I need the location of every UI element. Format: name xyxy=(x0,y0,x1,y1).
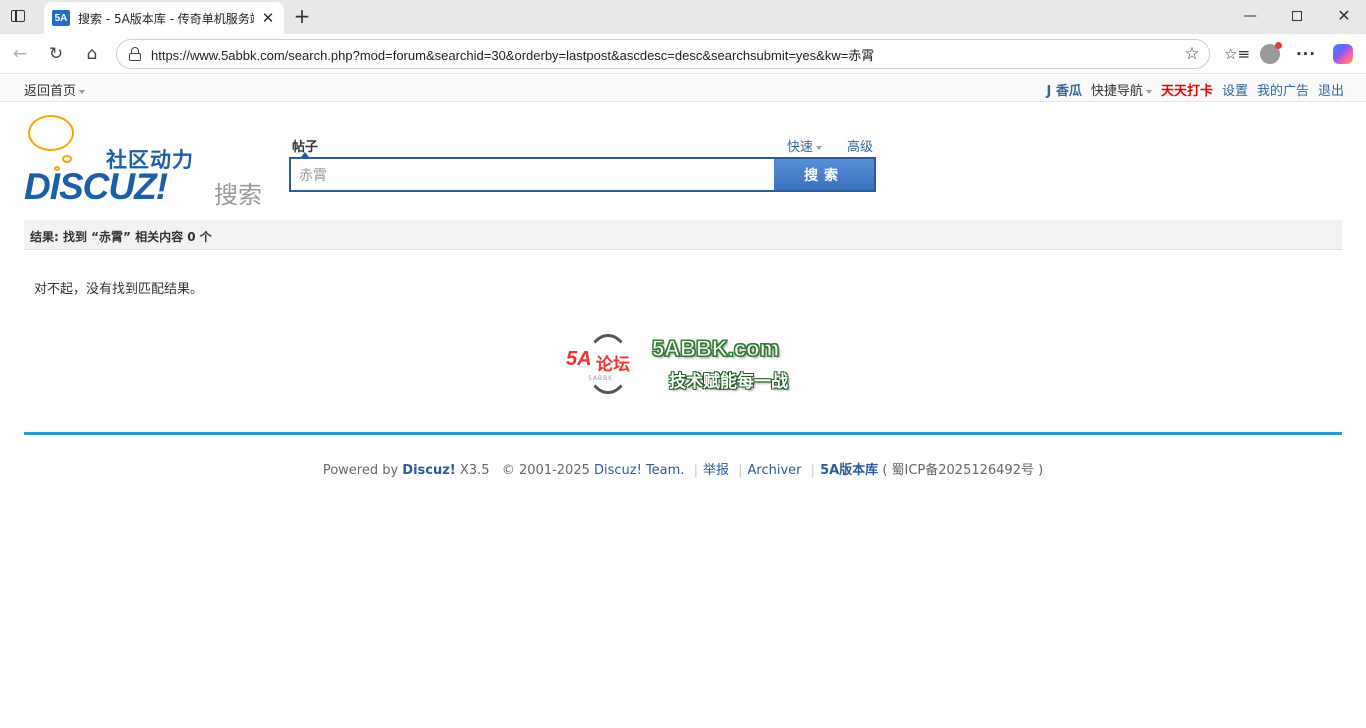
reload-icon[interactable]: ↻ xyxy=(45,43,67,65)
footer: Powered by Discuz! X3.5 © 2001-2025 Disc… xyxy=(0,459,1366,478)
logo-en-text: DISCUZ! xyxy=(24,166,168,207)
return-home-link[interactable]: 返回首页 xyxy=(24,80,86,99)
address-bar[interactable]: https://www.5abbk.com/search.php?mod=for… xyxy=(116,39,1210,69)
footer-separator: | xyxy=(693,463,698,478)
version-text: X3.5 xyxy=(455,463,490,478)
browser-toolbar: ← ↻ ⌂ https://www.5abbk.com/search.php?m… xyxy=(0,34,1366,74)
settings-link[interactable]: 设置 xyxy=(1222,80,1248,99)
result-summary: 结果: 找到 “赤霄” 相关内容 0 个 xyxy=(24,220,1342,250)
search-button[interactable]: 搜索 xyxy=(774,159,874,190)
home-icon[interactable]: ⌂ xyxy=(81,43,103,65)
emblem-small-text: 5ABBK xyxy=(588,375,614,382)
promo-site-text: 5ABBK.com xyxy=(651,336,780,362)
window-minimize-icon[interactable]: — xyxy=(1240,6,1260,26)
quick-nav-label: 快捷导航 xyxy=(1090,84,1143,99)
new-tab-icon[interactable]: + xyxy=(292,6,312,26)
logo-sub-text: 搜索 xyxy=(214,181,262,209)
footer-divider xyxy=(24,432,1342,435)
return-home-label: 返回首页 xyxy=(24,84,77,99)
tab-actions-icon[interactable] xyxy=(10,8,30,26)
search-input[interactable] xyxy=(291,159,774,190)
chevron-down-icon xyxy=(1145,89,1152,94)
site-info-lock-icon[interactable] xyxy=(127,46,143,62)
quick-search-dropdown[interactable]: 快速 xyxy=(787,136,823,155)
powered-by-text: Powered by xyxy=(322,463,403,478)
user-menu: J 香瓜 快捷导航 天天打卡 设置 我的广告 退出 xyxy=(1047,80,1344,99)
site-favicon-icon: 5A xyxy=(52,10,70,26)
url-text[interactable]: https://www.5abbk.com/search.php?mod=for… xyxy=(151,45,1181,64)
chevron-down-icon xyxy=(79,89,86,94)
icp-link[interactable]: ( 蜀ICP备2025126492号 ) xyxy=(882,463,1043,478)
quick-nav-dropdown[interactable]: 快捷导航 xyxy=(1091,80,1152,99)
quick-search-label: 快速 xyxy=(787,140,814,155)
site-name-link[interactable]: 5A版本库 xyxy=(820,463,878,478)
dragon-emblem-icon: 5A 论坛 5ABBK xyxy=(562,328,646,400)
copyright-text: © 2001-2025 xyxy=(501,463,594,478)
empty-result-message: 对不起，没有找到匹配结果。 xyxy=(34,282,204,297)
back-arrow-icon[interactable]: ← xyxy=(9,43,31,65)
discuz-logo[interactable]: 社区动力 DISCUZ! 搜索 xyxy=(24,113,270,209)
report-link[interactable]: 举报 xyxy=(703,463,729,478)
emblem-forum-text: 论坛 xyxy=(596,355,630,375)
search-form: 搜索 xyxy=(289,157,876,192)
favorite-star-icon[interactable]: ☆ xyxy=(1181,43,1203,65)
page-content: 返回首页 J 香瓜 快捷导航 天天打卡 设置 我的广告 退出 社区动力 DISC… xyxy=(0,75,1366,728)
profile-avatar-icon[interactable] xyxy=(1259,42,1282,65)
window-maximize-icon[interactable] xyxy=(1287,6,1307,26)
footer-separator: | xyxy=(738,463,743,478)
advanced-search-link[interactable]: 高级 xyxy=(847,136,873,155)
footer-separator: | xyxy=(810,463,816,478)
username-link[interactable]: J 香瓜 xyxy=(1047,80,1082,99)
copilot-icon[interactable] xyxy=(1332,43,1354,65)
window-close-icon[interactable]: ✕ xyxy=(1334,6,1354,26)
logout-link[interactable]: 退出 xyxy=(1318,80,1344,99)
my-ads-link[interactable]: 我的广告 xyxy=(1257,80,1309,99)
chevron-down-icon xyxy=(816,145,823,150)
more-options-icon[interactable]: ··· xyxy=(1295,43,1317,65)
promo-banner[interactable]: 5A 论坛 5ABBK 5ABBK.com 技术赋能每一战 xyxy=(562,328,804,400)
browser-tabbar: 5A 搜索 - 5A版本库 - 传奇单机服务端 ✕ + — ✕ xyxy=(0,0,1366,34)
daily-checkin-link[interactable]: 天天打卡 xyxy=(1161,80,1213,99)
logo-bubble-icon xyxy=(28,115,74,151)
discuz-team-link[interactable]: Discuz! Team. xyxy=(594,463,684,478)
tab-close-icon[interactable]: ✕ xyxy=(260,10,276,26)
favorites-list-icon[interactable]: ☆≡ xyxy=(1224,43,1250,65)
logo-bubble-dot xyxy=(62,155,72,163)
tab-title: 搜索 - 5A版本库 - 传奇单机服务端 xyxy=(78,11,254,26)
promo-slogan-text: 技术赋能每一战 xyxy=(669,372,788,392)
emblem-5a-text: 5A xyxy=(566,348,592,370)
browser-tab-active[interactable]: 5A 搜索 - 5A版本库 - 传奇单机服务端 ✕ xyxy=(44,2,284,34)
archiver-link[interactable]: Archiver xyxy=(748,463,802,478)
top-navigation-bar: 返回首页 J 香瓜 快捷导航 天天打卡 设置 我的广告 退出 xyxy=(0,75,1366,102)
discuz-link[interactable]: Discuz! xyxy=(402,463,455,478)
